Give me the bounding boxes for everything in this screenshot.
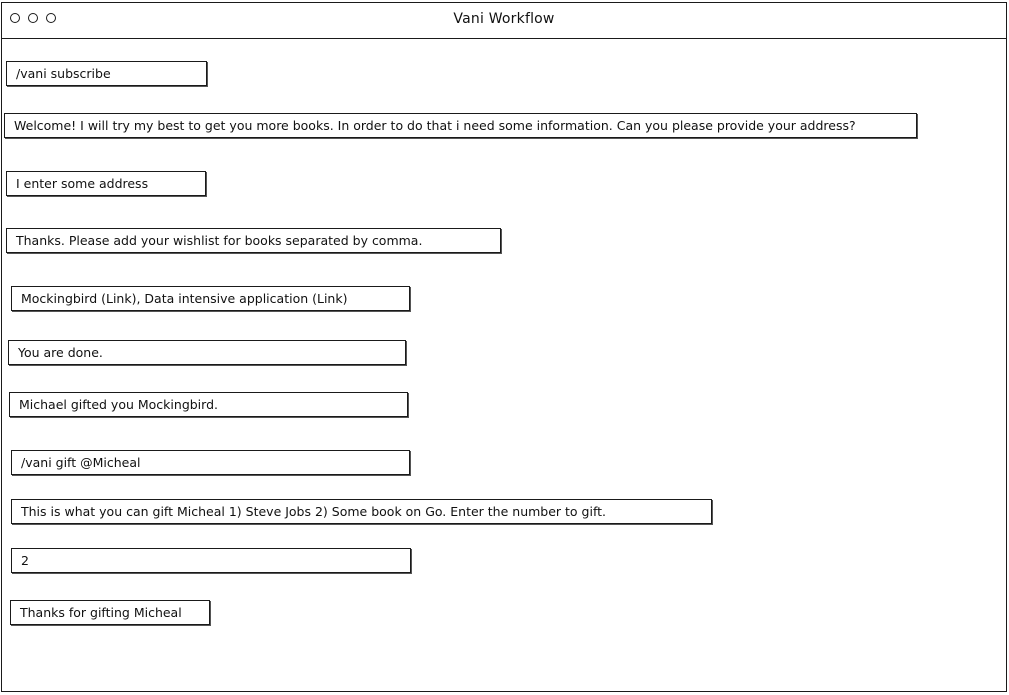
message-bubble-2: Welcome! I will try my best to get you m…: [4, 113, 917, 138]
message-bubble-3: I enter some address: [6, 171, 206, 196]
message-bubble-5: Mockingbird (Link), Data intensive appli…: [11, 286, 410, 311]
message-bubble-7: Michael gifted you Mockingbird.: [9, 392, 408, 417]
window-title: Vani Workflow: [453, 11, 555, 27]
title-bar: Vani Workflow: [2, 3, 1006, 39]
message-bubble-10: 2: [11, 548, 411, 573]
message-bubble-1: /vani subscribe: [6, 61, 207, 86]
message-bubble-9: This is what you can gift Micheal 1) Ste…: [11, 499, 712, 524]
message-bubble-11: Thanks for gifting Micheal: [10, 600, 210, 625]
message-bubble-8: /vani gift @Micheal: [11, 450, 410, 475]
message-bubble-4: Thanks. Please add your wishlist for boo…: [6, 228, 501, 253]
message-bubble-6: You are done.: [8, 340, 406, 365]
